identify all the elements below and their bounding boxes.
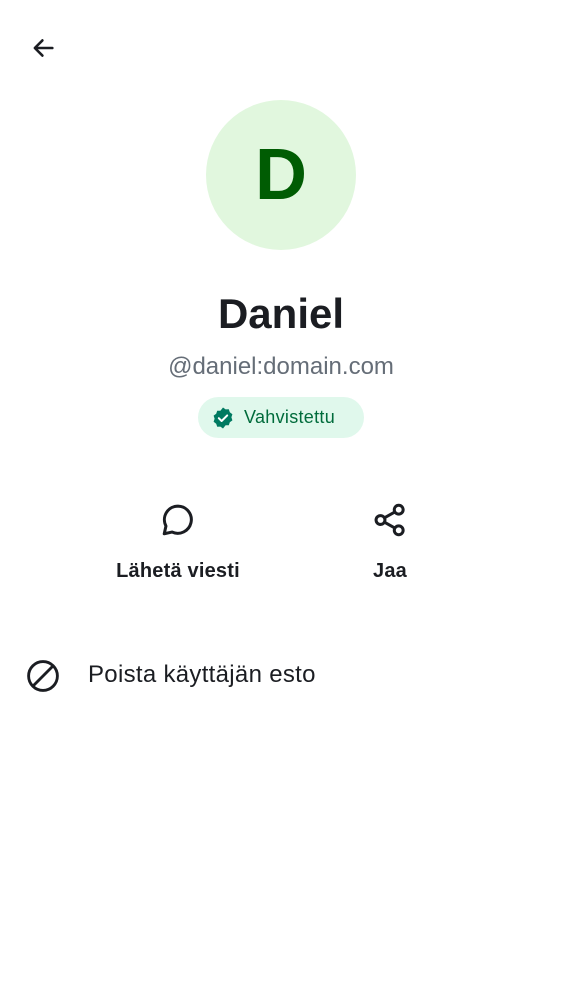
user-id: @daniel:domain.com xyxy=(168,353,394,380)
verified-label: Vahvistettu xyxy=(244,407,336,427)
chat-bubble-icon xyxy=(156,498,200,542)
share-label: Jaa xyxy=(373,560,407,582)
send-message-label: Lähetä viesti xyxy=(116,560,240,582)
block-icon xyxy=(24,657,62,695)
back-button[interactable] xyxy=(20,27,66,73)
verified-check-icon xyxy=(211,406,235,430)
unblock-user-label: Poista käyttäjän esto xyxy=(88,661,316,688)
share-icon xyxy=(368,498,412,542)
arrow-left-icon xyxy=(29,34,57,67)
avatar-initial: D xyxy=(255,135,307,215)
share-button[interactable]: Jaa xyxy=(300,490,480,600)
display-name: Daniel xyxy=(217,290,345,337)
unblock-user-item[interactable]: Poista käyttäjän esto xyxy=(0,640,562,712)
verified-badge: Vahvistettu xyxy=(198,397,364,438)
avatar[interactable]: D xyxy=(206,100,356,250)
send-message-button[interactable]: Lähetä viesti xyxy=(88,490,268,600)
